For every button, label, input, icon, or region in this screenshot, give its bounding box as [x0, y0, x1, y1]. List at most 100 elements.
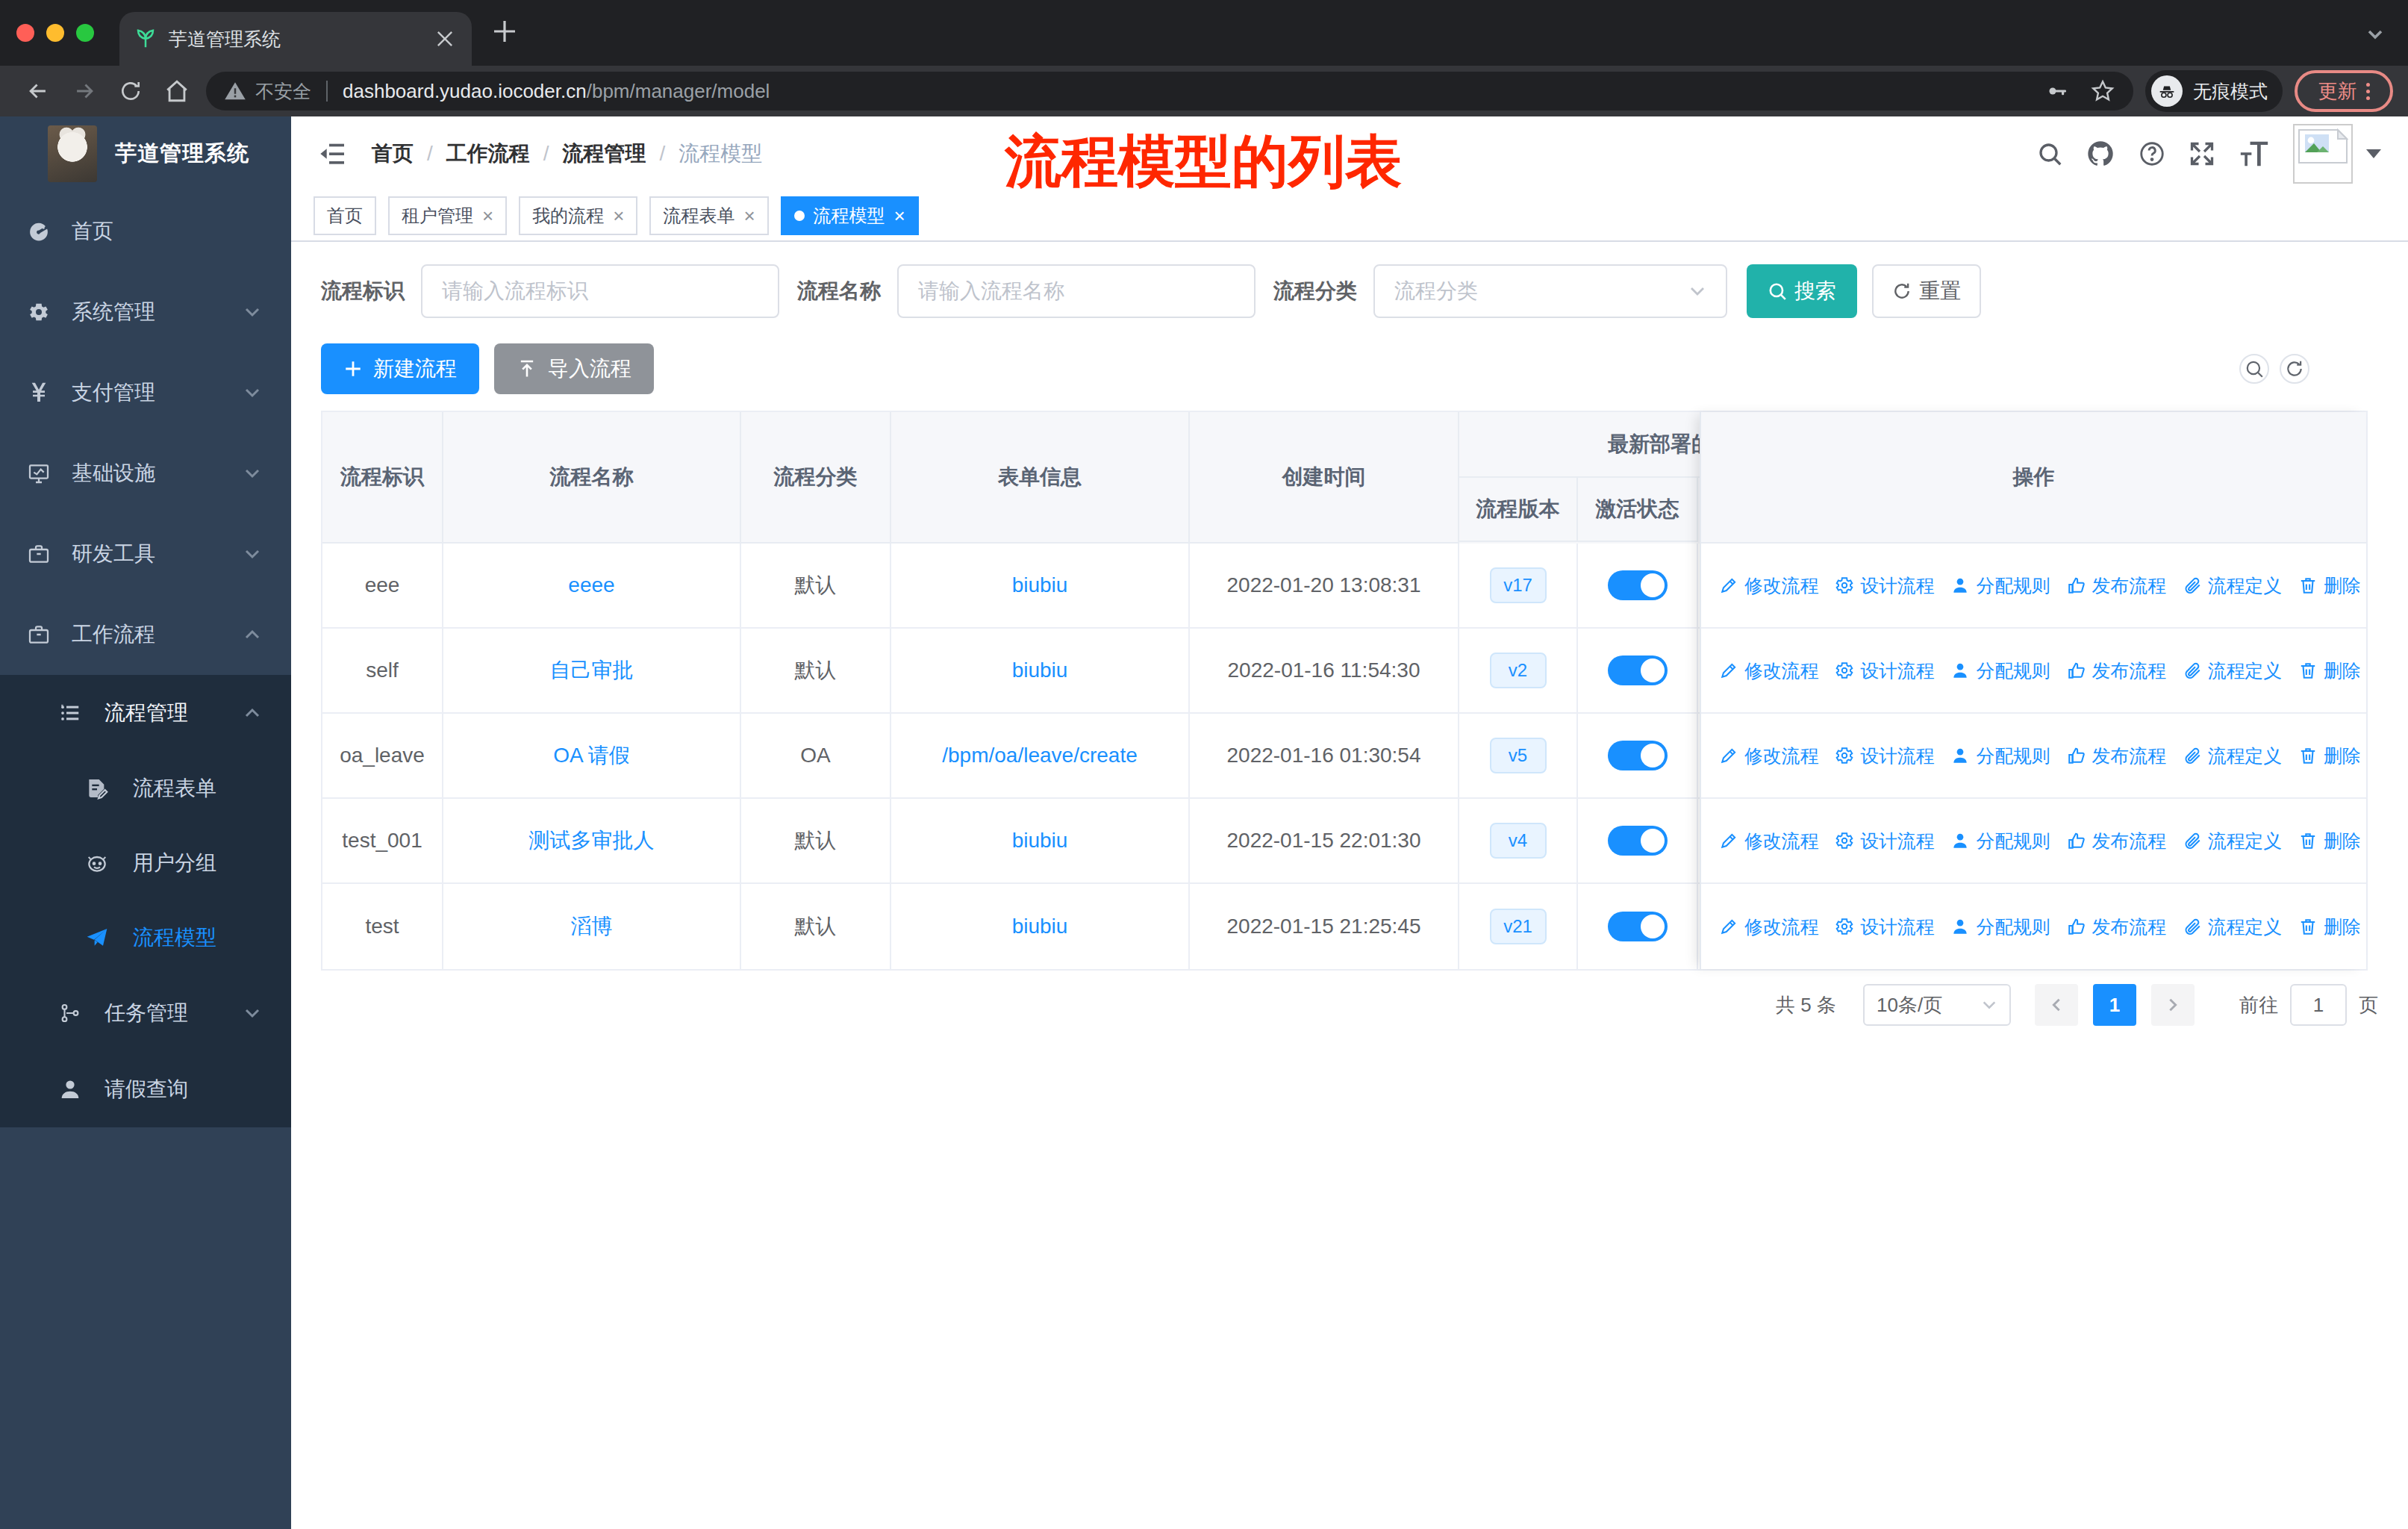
action-发布流程[interactable]: 发布流程: [2067, 915, 2166, 939]
action-流程定义[interactable]: 流程定义: [2183, 829, 2282, 853]
active-toggle[interactable]: [1608, 655, 1668, 685]
tag-我的流程[interactable]: 我的流程×: [519, 196, 637, 235]
next-page-button[interactable]: [2151, 984, 2195, 1026]
action-流程定义[interactable]: 流程定义: [2183, 915, 2282, 939]
form-link[interactable]: biubiu: [1012, 915, 1068, 938]
address-bar[interactable]: 不安全 dashboard.yudao.iocoder.cn/bpm/manag…: [206, 72, 2133, 110]
password-key-icon[interactable]: [2045, 79, 2069, 103]
action-发布流程[interactable]: 发布流程: [2067, 658, 2166, 683]
tag-流程模型[interactable]: 流程模型×: [781, 196, 919, 235]
sidebar-item-请假查询[interactable]: 请假查询: [0, 1051, 291, 1127]
action-分配规则[interactable]: 分配规则: [1950, 658, 2050, 683]
create-model-button[interactable]: 新建流程: [321, 343, 479, 394]
sidebar-item-支付管理[interactable]: 支付管理: [0, 352, 291, 433]
model-name-link[interactable]: OA 请假: [553, 741, 630, 770]
browser-tab[interactable]: 芋道管理系统: [119, 12, 472, 66]
tag-首页[interactable]: 首页: [314, 196, 376, 235]
browser-menu-icon[interactable]: [2366, 83, 2370, 100]
tab-close-icon[interactable]: [433, 27, 457, 51]
action-发布流程[interactable]: 发布流程: [2067, 573, 2166, 598]
search-button[interactable]: 搜索: [1747, 264, 1857, 318]
traffic-close-button[interactable]: [16, 24, 34, 42]
model-name-link[interactable]: 自己审批: [550, 656, 634, 685]
bookmark-star-icon[interactable]: [2090, 78, 2115, 104]
action-设计流程[interactable]: 设计流程: [1835, 744, 1934, 768]
model-name-link[interactable]: eeee: [568, 573, 614, 597]
action-删除[interactable]: 删除: [2298, 658, 2361, 683]
update-button[interactable]: 更新: [2295, 70, 2393, 112]
home-button[interactable]: [154, 70, 200, 112]
github-icon[interactable]: [2086, 139, 2115, 169]
sidebar-item-任务管理[interactable]: 任务管理: [0, 975, 291, 1051]
action-流程定义[interactable]: 流程定义: [2183, 658, 2282, 683]
help-icon[interactable]: [2138, 140, 2166, 168]
sidebar-item-流程管理[interactable]: 流程管理: [0, 675, 291, 751]
forward-button[interactable]: [61, 70, 107, 112]
reload-button[interactable]: [107, 70, 154, 112]
page-size-select[interactable]: 10条/页: [1863, 984, 2011, 1026]
sidebar-item-研发工具[interactable]: 研发工具: [0, 514, 291, 594]
user-avatar[interactable]: [2293, 124, 2353, 184]
font-size-icon[interactable]: [2238, 139, 2271, 169]
filter-name-input[interactable]: 请输入流程名称: [897, 264, 1256, 318]
tag-close-icon[interactable]: ×: [482, 205, 493, 228]
user-menu-caret-icon[interactable]: [2366, 149, 2381, 158]
sidebar-item-系统管理[interactable]: 系统管理: [0, 272, 291, 352]
action-分配规则[interactable]: 分配规则: [1950, 573, 2050, 598]
prev-page-button[interactable]: [2035, 984, 2078, 1026]
form-link[interactable]: biubiu: [1012, 573, 1068, 597]
sidebar-item-工作流程[interactable]: 工作流程: [0, 594, 291, 675]
sidebar-item-首页[interactable]: 首页: [0, 191, 291, 272]
sidebar-item-基础设施[interactable]: 基础设施: [0, 433, 291, 514]
active-toggle[interactable]: [1608, 912, 1668, 941]
action-发布流程[interactable]: 发布流程: [2067, 744, 2166, 768]
tag-close-icon[interactable]: ×: [743, 205, 755, 228]
fullscreen-icon[interactable]: [2189, 140, 2215, 167]
action-分配规则[interactable]: 分配规则: [1950, 829, 2050, 853]
action-修改流程[interactable]: 修改流程: [1719, 658, 1818, 683]
model-name-link[interactable]: 滔博: [571, 912, 613, 941]
action-分配规则[interactable]: 分配规则: [1950, 744, 2050, 768]
action-设计流程[interactable]: 设计流程: [1835, 829, 1934, 853]
action-修改流程[interactable]: 修改流程: [1719, 915, 1818, 939]
action-删除[interactable]: 删除: [2298, 744, 2361, 768]
tag-close-icon[interactable]: ×: [894, 205, 905, 228]
sidebar-item-流程模型[interactable]: 流程模型: [0, 900, 291, 975]
action-发布流程[interactable]: 发布流程: [2067, 829, 2166, 853]
action-流程定义[interactable]: 流程定义: [2183, 744, 2282, 768]
action-修改流程[interactable]: 修改流程: [1719, 744, 1818, 768]
back-button[interactable]: [15, 70, 61, 112]
traffic-minimize-button[interactable]: [46, 24, 64, 42]
refresh-icon[interactable]: [2280, 354, 2309, 384]
action-删除[interactable]: 删除: [2298, 915, 2361, 939]
goto-page-input[interactable]: 1: [2290, 984, 2347, 1026]
filter-category-select[interactable]: 流程分类: [1373, 264, 1727, 318]
sidebar-fold-icon[interactable]: [318, 139, 348, 169]
show-search-icon[interactable]: [2239, 354, 2269, 384]
action-设计流程[interactable]: 设计流程: [1835, 573, 1934, 598]
action-流程定义[interactable]: 流程定义: [2183, 573, 2282, 598]
import-model-button[interactable]: 导入流程: [494, 343, 654, 394]
tag-close-icon[interactable]: ×: [613, 205, 624, 228]
security-warning-icon[interactable]: [224, 80, 246, 102]
action-分配规则[interactable]: 分配规则: [1950, 915, 2050, 939]
action-设计流程[interactable]: 设计流程: [1835, 915, 1934, 939]
tag-流程表单[interactable]: 流程表单×: [649, 196, 768, 235]
tabstrip-chevron-icon[interactable]: [2366, 25, 2384, 43]
filter-key-input[interactable]: 请输入流程标识: [421, 264, 779, 318]
active-toggle[interactable]: [1608, 741, 1668, 770]
action-设计流程[interactable]: 设计流程: [1835, 658, 1934, 683]
search-icon[interactable]: [2036, 140, 2063, 167]
action-删除[interactable]: 删除: [2298, 829, 2361, 853]
sidebar-item-用户分组[interactable]: 用户分组: [0, 826, 291, 900]
breadcrumb-item-首页[interactable]: 首页: [372, 140, 414, 168]
action-修改流程[interactable]: 修改流程: [1719, 829, 1818, 853]
active-toggle[interactable]: [1608, 826, 1668, 856]
sidebar-item-流程表单[interactable]: 流程表单: [0, 751, 291, 826]
action-修改流程[interactable]: 修改流程: [1719, 573, 1818, 598]
tag-租户管理[interactable]: 租户管理×: [388, 196, 507, 235]
current-page-button[interactable]: 1: [2093, 984, 2136, 1026]
reset-button[interactable]: 重置: [1872, 264, 1981, 318]
active-toggle[interactable]: [1608, 570, 1668, 600]
breadcrumb-item-流程管理[interactable]: 流程管理: [563, 140, 646, 168]
